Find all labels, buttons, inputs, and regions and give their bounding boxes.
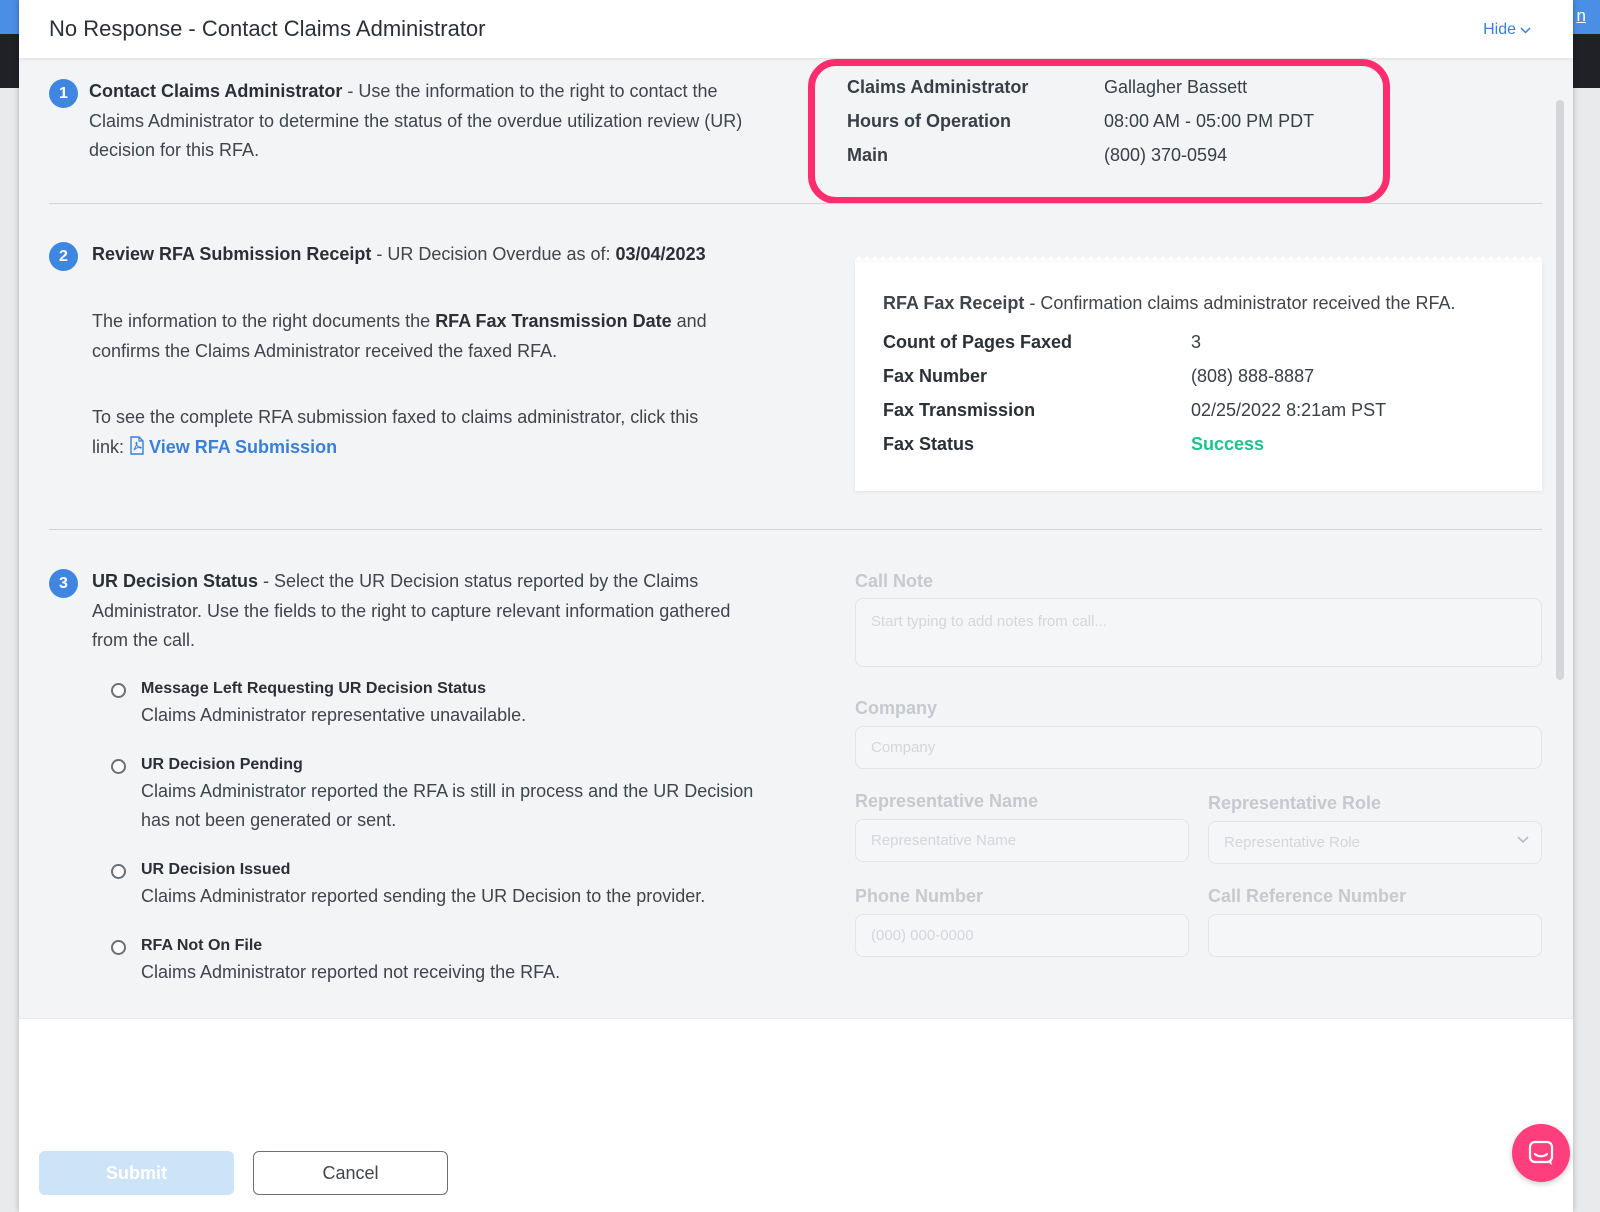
hide-button[interactable]: Hide <box>1483 21 1531 39</box>
section-divider <box>49 203 1542 204</box>
chevron-down-icon <box>1520 26 1531 34</box>
step-2-badge: 2 <box>49 242 78 271</box>
company-label: Company <box>855 698 938 718</box>
receipt-title: RFA Fax Receipt - Confirmation claims ad… <box>883 293 1456 314</box>
step-3-description: UR Decision Status - Select the UR Decis… <box>92 567 747 656</box>
fax-number-value: (808) 888-8887 <box>1191 366 1315 386</box>
chat-icon <box>1528 1140 1554 1165</box>
receipt-label: Fax Transmission <box>883 400 1036 420</box>
option-title: RFA Not On File <box>141 937 263 954</box>
option-description: Claims Administrator reported not receiv… <box>141 962 561 982</box>
call-reference-label: Call Reference Number <box>1208 886 1407 906</box>
fax-transmission-value: 02/25/2022 8:21am PST <box>1191 400 1387 420</box>
option-description: Claims Administrator representative unav… <box>141 705 527 725</box>
receipt-subtitle: - Confirmation claims administrator rece… <box>1024 293 1456 313</box>
status-option-not-on-file[interactable]: RFA Not On File Claims Administrator rep… <box>111 937 791 997</box>
highlight-annotation <box>808 59 1390 204</box>
receipt-title-bold: RFA Fax Receipt <box>883 293 1025 313</box>
view-rfa-submission-link[interactable]: View RFA Submission <box>129 435 338 457</box>
cancel-button[interactable]: Cancel <box>253 1151 448 1195</box>
radio-button[interactable] <box>111 683 126 698</box>
option-title: Message Left Requesting UR Decision Stat… <box>141 680 486 697</box>
step-2-heading: Review RFA Submission Receipt - UR Decis… <box>92 240 792 270</box>
scrollbar[interactable] <box>1556 100 1564 680</box>
modal-header: No Response - Contact Claims Administrat… <box>19 0 1573 58</box>
step-2-subtitle: - UR Decision Overdue as of: <box>371 244 616 264</box>
status-option-pending[interactable]: UR Decision Pending Claims Administrator… <box>111 756 791 846</box>
call-note-label: Call Note <box>855 571 934 591</box>
call-note-textarea[interactable]: Start typing to add notes from call... <box>855 598 1542 667</box>
call-note-placeholder: Start typing to add notes from call... <box>871 613 1107 630</box>
modal-title: No Response - Contact Claims Administrat… <box>49 16 486 41</box>
radio-button[interactable] <box>111 940 126 955</box>
background-link[interactable]: n <box>1577 6 1586 26</box>
option-title: UR Decision Issued <box>141 861 291 878</box>
overdue-date: 03/04/2023 <box>615 244 706 264</box>
pages-faxed-value: 3 <box>1191 332 1202 352</box>
fax-status-badge: Success <box>1191 434 1265 454</box>
company-placeholder: Company <box>871 739 936 756</box>
status-option-issued[interactable]: UR Decision Issued Claims Administrator … <box>111 861 791 921</box>
representative-role-select[interactable]: Representative Role <box>1208 821 1542 864</box>
hide-label: Hide <box>1483 21 1516 38</box>
modal-footer: Submit Cancel <box>19 1018 1573 1212</box>
chevron-down-icon <box>1517 836 1529 844</box>
status-option-message-left[interactable]: Message Left Requesting UR Decision Stat… <box>111 680 791 740</box>
phone-number-input[interactable]: (000) 000-0000 <box>855 914 1189 957</box>
radio-button[interactable] <box>111 864 126 879</box>
call-reference-input[interactable] <box>1208 914 1542 957</box>
modal-dialog: ▾ No Response - Contact Claims Administr… <box>19 0 1573 1212</box>
representative-name-placeholder: Representative Name <box>871 832 1017 849</box>
phone-number-label: Phone Number <box>855 886 984 906</box>
receipt-label: Count of Pages Faxed <box>883 332 1073 352</box>
option-description: Claims Administrator reported the RFA is… <box>141 781 754 830</box>
fax-receipt-card: RFA Fax Receipt - Confirmation claims ad… <box>855 262 1542 491</box>
option-title: UR Decision Pending <box>141 756 303 773</box>
representative-name-label: Representative Name <box>855 791 1039 811</box>
representative-role-placeholder: Representative Role <box>1224 834 1360 851</box>
text-bold: RFA Fax Transmission Date <box>435 311 672 331</box>
step-1-title: Contact Claims Administrator <box>89 81 343 101</box>
link-label: View RFA Submission <box>149 436 338 457</box>
submit-button[interactable]: Submit <box>39 1151 234 1195</box>
step-2-paragraph-2: To see the complete RFA submission faxed… <box>92 403 732 462</box>
step-2-paragraph-1: The information to the right documents t… <box>92 307 722 366</box>
representative-name-input[interactable]: Representative Name <box>855 819 1189 862</box>
chat-launcher-button[interactable] <box>1512 1124 1570 1182</box>
receipt-label: Fax Status <box>883 434 975 454</box>
step-2-title: Review RFA Submission Receipt <box>92 244 372 264</box>
pdf-file-icon <box>130 435 144 455</box>
company-input[interactable]: Company <box>855 726 1542 769</box>
receipt-label: Fax Number <box>883 366 988 386</box>
text: The information to the right documents t… <box>92 311 436 331</box>
section-divider <box>49 529 1542 530</box>
phone-number-placeholder: (000) 000-0000 <box>871 927 974 944</box>
step-3-title: UR Decision Status <box>92 571 259 591</box>
radio-button[interactable] <box>111 759 126 774</box>
step-1-badge: 1 <box>49 79 78 108</box>
option-description: Claims Administrator reported sending th… <box>141 886 706 906</box>
step-3-badge: 3 <box>49 569 78 598</box>
step-1-description: Contact Claims Administrator - Use the i… <box>89 77 744 166</box>
representative-role-label: Representative Role <box>1208 793 1382 813</box>
